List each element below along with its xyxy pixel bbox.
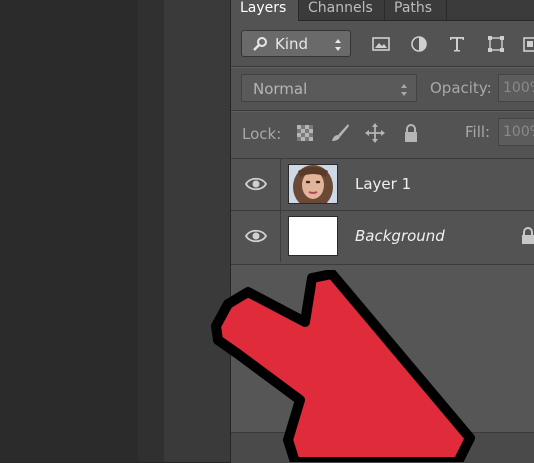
opacity-field[interactable]: 100% <box>498 74 534 102</box>
lock-transparent-pixels-icon[interactable] <box>294 122 316 144</box>
updown-icon <box>334 37 342 51</box>
lock-label: Lock: <box>242 125 282 143</box>
lock-all-icon[interactable] <box>400 122 422 144</box>
layers-panel: Layers Channels Paths Kind Normal Opacit… <box>230 0 534 463</box>
panel-footer <box>231 432 534 463</box>
adjustment-filter-icon[interactable] <box>409 34 429 54</box>
layer-row-background[interactable]: Background <box>231 210 534 262</box>
layer-row-layer-1[interactable]: Layer 1 <box>231 158 534 210</box>
type-filter-icon[interactable] <box>447 34 467 54</box>
eye-icon <box>244 228 268 244</box>
image-filter-icon[interactable] <box>371 34 391 54</box>
shape-filter-icon[interactable] <box>486 34 506 54</box>
opacity-label: Opacity: <box>430 79 492 97</box>
blend-mode-select[interactable]: Normal <box>241 74 417 102</box>
tab-layers[interactable]: Layers <box>231 0 299 21</box>
canvas-area-divider <box>138 0 164 462</box>
blend-mode-value: Normal <box>253 80 308 98</box>
smart-object-filter-icon[interactable] <box>521 34 534 54</box>
lock-image-pixels-icon[interactable] <box>329 122 351 144</box>
visibility-toggle[interactable] <box>231 211 281 262</box>
layers-list-empty-area <box>231 264 534 433</box>
divider <box>231 67 534 68</box>
layer-thumbnail-portrait <box>288 164 338 209</box>
layer-thumbnail-white <box>288 216 338 256</box>
background-lock-icon <box>521 227 534 245</box>
filter-kind-label: Kind <box>275 35 309 53</box>
canvas-area-left <box>0 0 138 462</box>
search-icon <box>252 36 268 52</box>
visibility-toggle[interactable] <box>231 159 281 210</box>
fill-field[interactable]: 100% <box>498 118 534 146</box>
filter-kind-select[interactable]: Kind <box>241 30 351 57</box>
divider <box>231 111 534 112</box>
panel-tab-bar: Layers Channels Paths <box>231 0 534 21</box>
updown-icon <box>400 82 408 96</box>
eye-icon <box>244 176 268 192</box>
lock-position-icon[interactable] <box>364 122 386 144</box>
panel-gutter <box>164 0 230 462</box>
layer-name[interactable]: Layer 1 <box>355 175 411 193</box>
fill-label: Fill: <box>465 123 491 141</box>
tab-paths[interactable]: Paths <box>385 0 447 20</box>
tab-channels[interactable]: Channels <box>299 0 385 20</box>
layer-name[interactable]: Background <box>355 227 445 245</box>
